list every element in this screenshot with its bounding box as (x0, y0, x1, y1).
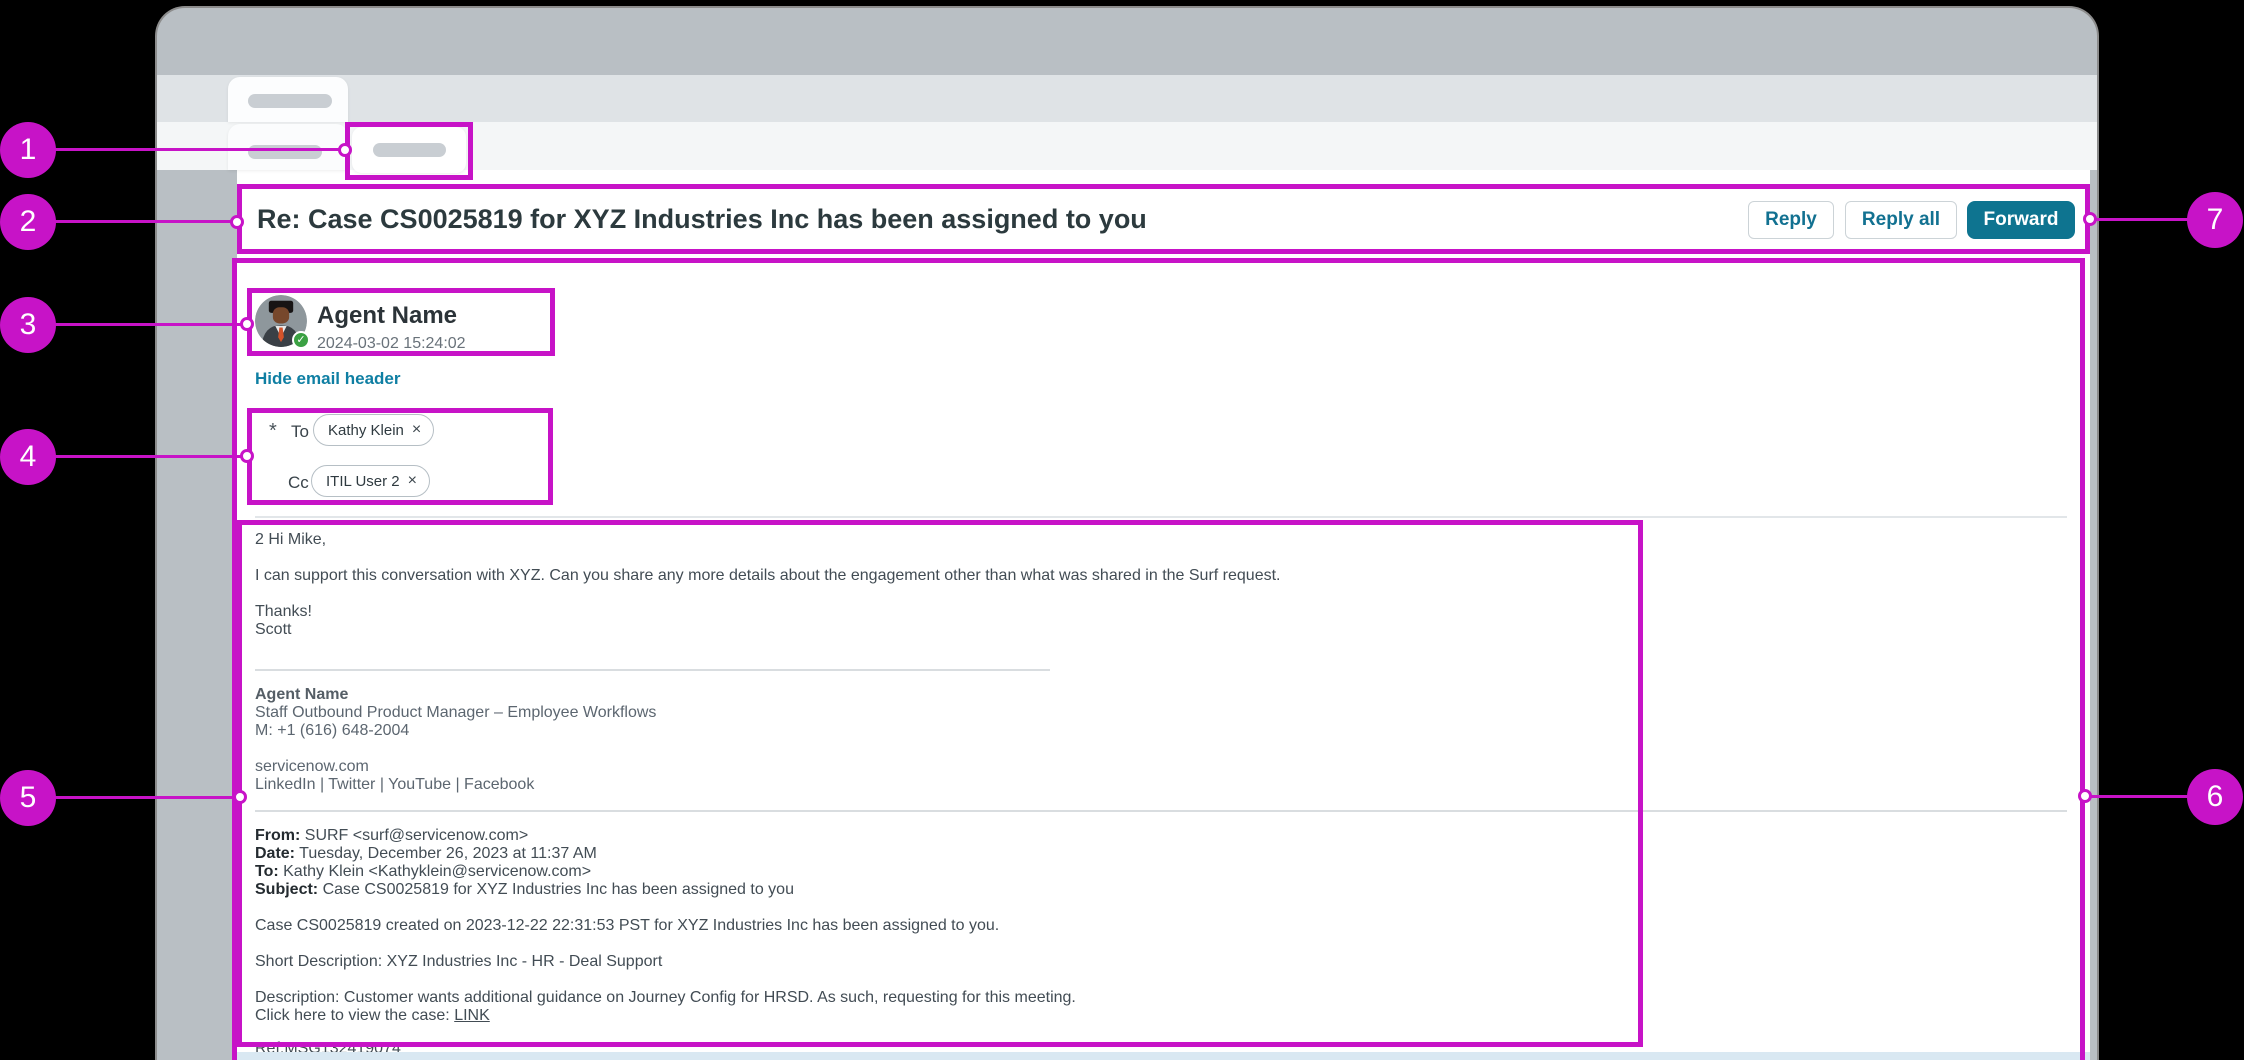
annotation-line-5 (55, 796, 234, 799)
skeleton-text-placeholder (248, 94, 332, 108)
annotation-anchor-ring (240, 449, 254, 463)
annotation-anchor-ring (338, 143, 352, 157)
callout-badge-6: 6 (2187, 769, 2243, 825)
annotation-line-4 (55, 455, 241, 458)
annotation-anchor-ring (2078, 789, 2092, 803)
annotation-box-email-view (232, 258, 2085, 1060)
annotation-anchor-ring (233, 790, 247, 804)
annotation-box-subject-row (237, 184, 2090, 254)
annotation-anchor-ring (230, 215, 244, 229)
annotation-line-2 (55, 220, 231, 223)
callout-badge-1: 1 (0, 122, 56, 178)
skeleton-tab-primary[interactable] (228, 77, 348, 122)
annotation-box-tab (345, 122, 473, 180)
annotation-anchor-ring (240, 317, 254, 331)
annotation-anchor-ring (2083, 212, 2097, 226)
callout-badge-2: 2 (0, 194, 56, 250)
skeleton-tab-secondary[interactable] (228, 124, 348, 170)
callout-badge-7: 7 (2187, 192, 2243, 248)
tab-bar-row-1 (157, 75, 2097, 122)
annotation-line-3 (55, 323, 241, 326)
callout-badge-5: 5 (0, 770, 56, 826)
callout-badge-4: 4 (0, 429, 56, 485)
annotation-line-6 (2091, 795, 2188, 798)
annotation-line-1 (55, 148, 339, 151)
annotated-screenshot-canvas: Re: Case CS0025819 for XYZ Industries In… (0, 0, 2244, 1060)
annotation-line-7 (2096, 218, 2188, 221)
callout-badge-3: 3 (0, 297, 56, 353)
